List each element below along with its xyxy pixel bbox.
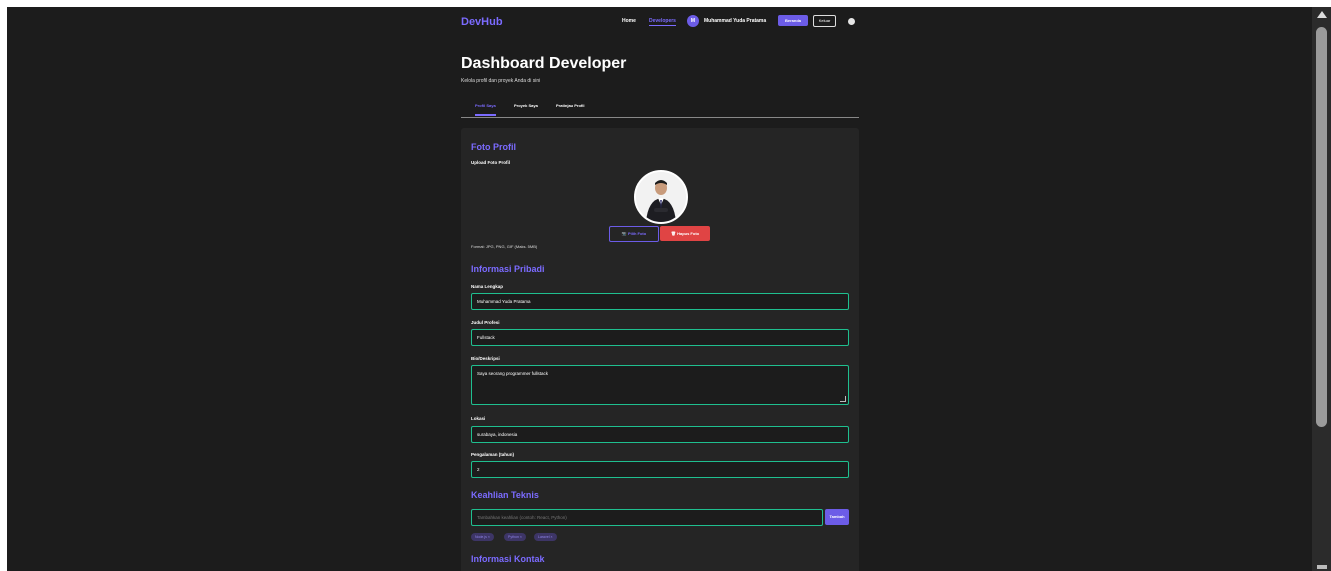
skill-chip[interactable]: Laravel × <box>534 533 557 541</box>
browser-top-strip <box>0 0 1331 7</box>
delete-photo-button[interactable]: 🗑 Hapus Foto <box>660 226 710 241</box>
beranda-button[interactable]: Beranda <box>778 15 808 26</box>
scroll-up-icon[interactable] <box>1317 11 1327 18</box>
nav-link-developers[interactable]: Developers <box>649 18 676 26</box>
page-subtitle: Kelola profil dan proyek Anda di sini <box>461 78 541 84</box>
browser-left-strip <box>0 7 7 571</box>
theme-toggle-icon[interactable] <box>848 18 855 25</box>
experience-input[interactable]: 2 <box>471 461 849 478</box>
tab-profil-saya[interactable]: Profil Saya <box>475 103 496 116</box>
scrollbar-thumb[interactable] <box>1316 27 1327 427</box>
bio-textarea[interactable]: Saya seorang programmer fullstack <box>471 365 849 405</box>
page-viewport: DevHub Home Developers M Muhammad Yuda P… <box>7 7 1312 571</box>
job-title-label: Judul Profesi <box>471 320 500 325</box>
upload-photo-label: Upload Foto Profil <box>471 160 510 165</box>
logo[interactable]: DevHub <box>461 16 503 28</box>
personal-section-heading: Informasi Pribadi <box>471 264 545 274</box>
skill-chip[interactable]: Node.js × <box>471 533 494 541</box>
name-input[interactable]: Muhammad Yuda Pratama <box>471 293 849 310</box>
page-title: Dashboard Developer <box>461 55 627 72</box>
profile-photo-image <box>636 172 686 222</box>
skill-input[interactable]: Tambahkan keahlian (contoh: React, Pytho… <box>471 509 823 526</box>
skills-section-heading: Keahlian Teknis <box>471 490 539 500</box>
location-input[interactable]: surabaya, indonesia <box>471 426 849 443</box>
name-label: Nama Lengkap <box>471 284 504 289</box>
resize-handle-icon[interactable] <box>840 396 846 402</box>
user-name[interactable]: Muhammad Yuda Pratama <box>704 18 766 24</box>
tab-pratinjau-profil[interactable]: Pratinjau Profil <box>556 103 584 108</box>
photo-format-note: Format: JPG, PNG, GIF (Maks. 5MB) <box>471 244 538 249</box>
user-avatar[interactable]: M <box>687 15 699 27</box>
navbar: DevHub Home Developers M Muhammad Yuda P… <box>453 7 863 37</box>
add-skill-button[interactable]: Tambah <box>825 509 849 525</box>
scroll-down-icon[interactable] <box>1317 565 1327 569</box>
photo-section-heading: Foto Profil <box>471 142 516 152</box>
choose-photo-button[interactable]: 📷 Pilih Foto <box>609 226 659 242</box>
location-label: Lokasi <box>471 416 486 421</box>
bio-label: Bio/Deskripsi <box>471 356 500 361</box>
profile-photo <box>634 170 688 224</box>
vertical-scrollbar[interactable] <box>1312 7 1331 571</box>
nav-link-home[interactable]: Home <box>622 18 636 24</box>
tab-proyek-saya[interactable]: Proyek Saya <box>514 103 538 108</box>
job-title-input[interactable]: Fullstack <box>471 329 849 346</box>
experience-label: Pengalaman (tahun) <box>471 452 515 457</box>
skill-chip[interactable]: Python × <box>504 533 526 541</box>
logout-button[interactable]: Keluar <box>813 15 836 27</box>
tab-bar: Profil Saya Proyek Saya Pratinjau Profil <box>461 100 859 118</box>
contact-section-heading: Informasi Kontak <box>471 554 545 564</box>
profile-card: Foto Profil Upload Foto Profil 📷 Pilih F… <box>461 128 859 571</box>
